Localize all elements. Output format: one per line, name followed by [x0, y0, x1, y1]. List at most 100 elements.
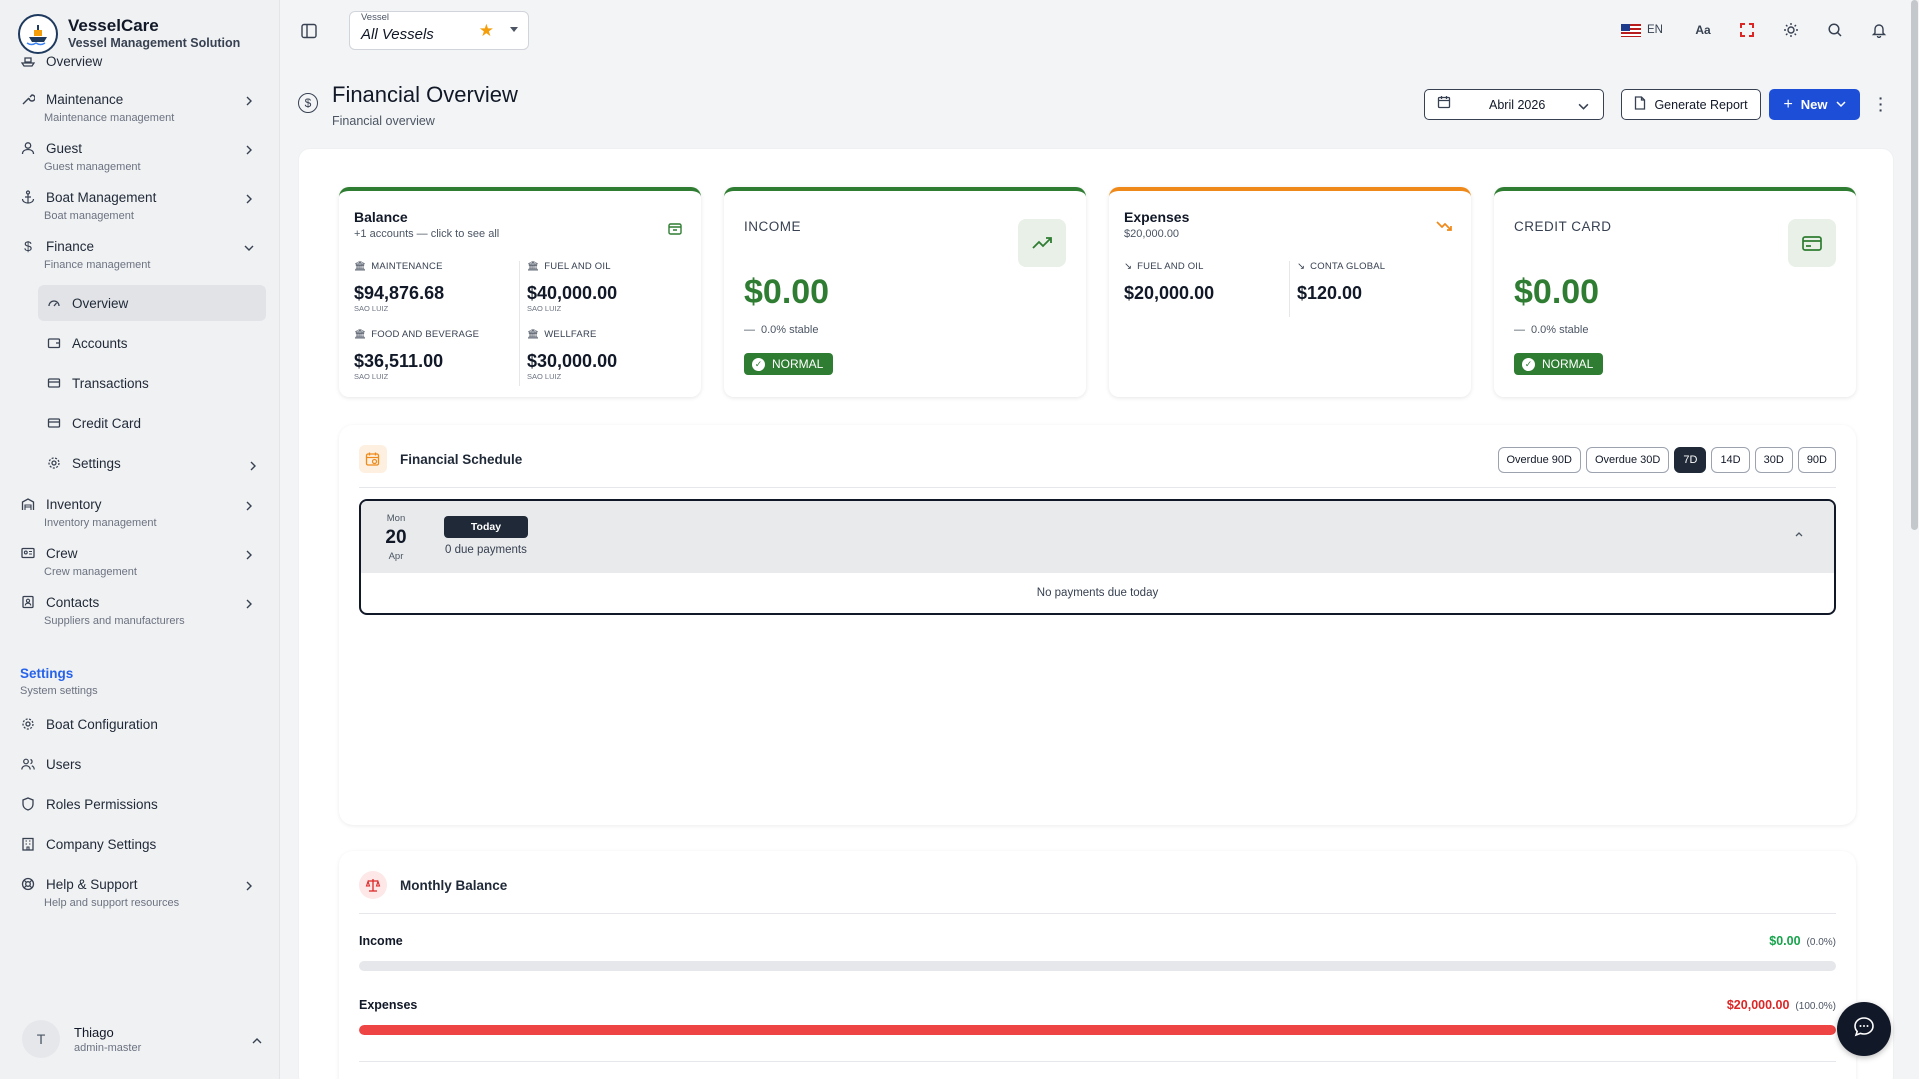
dash-icon: — [744, 324, 755, 336]
sidebar-item-boat-configuration[interactable]: Boat Configuration [0, 713, 279, 753]
expenses-row-label: Expenses [359, 998, 418, 1012]
sidebar-item-label: Company Settings [46, 836, 157, 852]
card-icon [46, 415, 62, 431]
sidebar-item-roles-permissions[interactable]: Roles Permissions [0, 793, 279, 833]
sidebar-item-label: Inventory [46, 496, 102, 512]
sidebar-subitem-accounts[interactable]: Accounts [38, 325, 266, 361]
filter-overdue-90d[interactable]: Overdue 90D [1497, 447, 1581, 473]
wallet-icon [667, 221, 683, 237]
chevron-right-icon [244, 596, 254, 614]
account-value: $36,511.00 [354, 351, 444, 371]
sidebar-subitem-transactions[interactable]: Transactions [38, 365, 266, 401]
sun-icon[interactable] [1781, 20, 1801, 40]
language-code: EN [1647, 24, 1663, 36]
account-maintenance[interactable]: 🏛 MAINTENANCE $94,876.68 SAO LUIZ [354, 261, 514, 313]
filter-7d[interactable]: 7D [1674, 447, 1707, 473]
sidebar-subitem-label: Credit Card [72, 415, 142, 431]
credit-card-card[interactable]: CREDIT CARD $0.00 — 0.0% stable ✓ NORMAL [1494, 187, 1856, 397]
expenses-percent: (100.0%) [1795, 1001, 1836, 1012]
sidebar-subitem-settings[interactable]: Settings [38, 445, 266, 481]
expenses-card[interactable]: Expenses $20,000.00 ↘ FUEL AND OIL $20,00… [1109, 187, 1471, 397]
chevron-up-icon[interactable] [1794, 529, 1804, 541]
sidebar-subitem-label: Settings [72, 455, 121, 471]
divider [359, 913, 1836, 914]
sidebar-item-finance[interactable]: $ Finance Finance management [0, 235, 279, 284]
expenses-amount: $20,000.00 [1726, 998, 1790, 1012]
search-icon[interactable] [1825, 20, 1845, 40]
filter-30d[interactable]: 30D [1754, 447, 1793, 473]
user-menu[interactable]: T Thiago admin-master [22, 1017, 262, 1061]
sidebar-item-maintenance[interactable]: Maintenance Maintenance management [0, 88, 279, 137]
divider [359, 487, 1836, 488]
day-month: Apr [388, 551, 404, 562]
monthly-balance-title: Monthly Balance [400, 878, 508, 893]
sidebar-item-help-support[interactable]: Help & Support Help and support resource… [0, 873, 279, 922]
account-food-beverage[interactable]: 🏛 FOOD AND BEVERAGE $36,511.00 SAO LUIZ [354, 329, 514, 381]
sidebar-item-users[interactable]: Users [0, 753, 279, 793]
due-payments-count: 0 due payments [445, 544, 527, 556]
sidebar-item-label: Users [46, 756, 82, 772]
sidebar-subitem-overview[interactable]: Overview [38, 285, 266, 321]
filter-overdue-30d[interactable]: Overdue 30D [1585, 447, 1670, 473]
account-location: SAO LUIZ [527, 304, 562, 313]
account-wellfare[interactable]: 🏛 WELLFARE $30,000.00 SAO LUIZ [527, 329, 687, 381]
star-icon[interactable]: ★ [479, 21, 494, 41]
font-size-icon[interactable]: Aa [1693, 20, 1713, 40]
sidebar-item-inventory[interactable]: Inventory Inventory management [0, 493, 279, 542]
building-icon [20, 836, 36, 852]
account-fuel-oil[interactable]: 🏛 FUEL AND OIL $40,000.00 SAO LUIZ [527, 261, 687, 313]
user-role: admin-master [74, 1041, 142, 1054]
today-badge: Today [444, 516, 528, 538]
account-name: MAINTENANCE [371, 261, 443, 272]
sidebar-item-overview[interactable]: Overview [0, 50, 279, 72]
balance-subtitle[interactable]: +1 accounts — click to see all [354, 228, 499, 240]
schedule-day-header[interactable]: Mon 20 Apr Today 0 due payments [361, 501, 1834, 573]
chevron-down-icon [1578, 99, 1589, 117]
bell-icon[interactable] [1869, 20, 1889, 40]
income-amount: $0.00 [1769, 934, 1801, 948]
chat-button[interactable] [1837, 1002, 1891, 1056]
settings-section-title: Settings [20, 666, 74, 681]
expense-conta-global[interactable]: ↘ CONTA GLOBAL $120.00 [1297, 261, 1457, 304]
summary-cards: Balance +1 accounts — click to see all 🏛… [339, 187, 1856, 397]
sidebar-item-crew[interactable]: Crew Crew management [0, 542, 279, 591]
language-selector[interactable]: EN [1621, 23, 1663, 37]
balance-card[interactable]: Balance +1 accounts — click to see all 🏛… [339, 187, 701, 397]
trend-down-icon [1436, 219, 1454, 238]
scale-icon [359, 871, 387, 899]
income-card[interactable]: INCOME $0.00 — 0.0% stable ✓ NORMAL [724, 187, 1086, 397]
calendar-icon [1437, 95, 1451, 114]
generate-report-button[interactable]: Generate Report [1621, 89, 1761, 120]
account-location: SAO LUIZ [354, 304, 389, 313]
scrollbar-thumb[interactable] [1911, 0, 1918, 530]
month-selector[interactable]: Abril 2026 [1424, 89, 1604, 120]
sidebar-item-guest[interactable]: Guest Guest management [0, 137, 279, 186]
account-name: WELLFARE [544, 329, 597, 340]
fullscreen-icon[interactable] [1737, 20, 1757, 40]
sidebar-item-contacts[interactable]: Contacts Suppliers and manufacturers [0, 591, 279, 640]
filter-90d[interactable]: 90D [1797, 447, 1836, 473]
sidebar-subitem-label: Accounts [72, 335, 128, 351]
sidebar-item-description: Maintenance management [44, 112, 175, 124]
sidebar-item-description: Guest management [44, 161, 141, 173]
new-button[interactable]: + New [1769, 89, 1860, 120]
status-badge: ✓ NORMAL [1514, 353, 1604, 375]
sidebar-subitem-credit-card[interactable]: Credit Card [38, 405, 266, 441]
sidebar-toggle-icon[interactable] [300, 22, 320, 42]
vessel-selector[interactable]: Vessel All Vessels ★ [349, 11, 529, 50]
expense-value: $20,000.00 [1124, 283, 1215, 303]
account-location: SAO LUIZ [527, 372, 562, 381]
brand[interactable]: VesselCare Vessel Management Solution [18, 14, 240, 54]
sidebar-item-boat-management[interactable]: Boat Management Boat management [0, 186, 279, 235]
filter-14d[interactable]: 14D [1711, 447, 1750, 473]
dash-icon: — [1514, 324, 1525, 336]
expenses-title: Expenses [1124, 209, 1190, 225]
sidebar-item-company-settings[interactable]: Company Settings [0, 833, 279, 873]
month-value: Abril 2026 [1489, 97, 1546, 112]
more-options-icon[interactable]: · · · [1876, 91, 1886, 117]
expense-fuel-oil[interactable]: ↘ FUEL AND OIL $20,000.00 [1124, 261, 1284, 304]
check-icon: ✓ [752, 357, 765, 371]
credit-card-trend-text: 0.0% stable [1531, 324, 1589, 336]
page-scrollbar[interactable] [1910, 0, 1919, 1079]
credit-card-label: CREDIT CARD [1514, 219, 1612, 234]
